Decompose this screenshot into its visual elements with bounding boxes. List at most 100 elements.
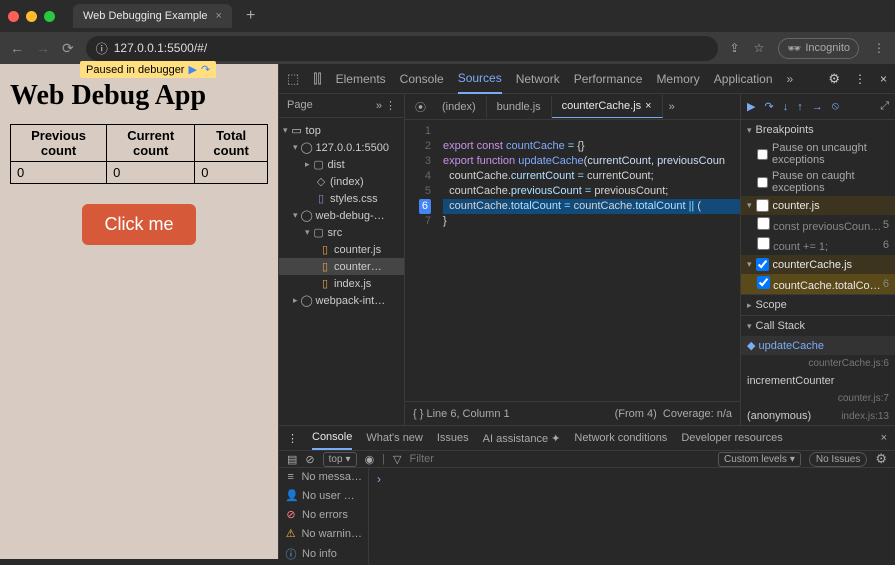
console-filter-input[interactable] [410,453,711,465]
context-selector[interactable]: top ▾ [323,452,357,467]
file-tab-bundle[interactable]: bundle.js [487,96,552,118]
tree-indexjs[interactable]: ▯index.js [279,275,404,292]
maximize-window[interactable] [44,11,55,22]
tree-webpack[interactable]: ▸◯webpack-int… [279,292,404,309]
drawer-menu-icon[interactable]: ⋮ [287,432,298,445]
callstack-section[interactable]: ▾Call Stack [741,316,895,336]
sidebar-messages[interactable]: ≡No messa… [279,468,368,486]
reload-button[interactable]: ⟳ [62,40,74,57]
close-devtools-icon[interactable]: × [880,72,887,86]
menu-icon[interactable]: ⋮ [873,41,885,55]
cursor-pos: Line 6, Column 1 [426,408,509,420]
clear-console-icon[interactable]: ⊘ [305,453,314,466]
console-input-area[interactable]: › [369,468,895,565]
console-drawer: ⋮ Console What's new Issues AI assistanc… [279,425,895,559]
nav-tab-page[interactable]: Page [287,99,313,112]
tree-dist[interactable]: ▸▢dist [279,156,404,173]
breakpoint-marker[interactable]: 6 [419,199,431,214]
step-over-button[interactable]: ↷ [764,100,773,113]
code-area[interactable]: 1 2 3 4 5 6 7 export const countCache = … [405,120,740,401]
tree-styles[interactable]: ▯styles.css [279,190,404,207]
sidebar-info[interactable]: ⓘNo info [279,543,368,565]
drawer-tab-ai[interactable]: AI assistance ✦ [483,427,561,450]
deactivate-bp-button[interactable]: ⦸ [832,100,839,113]
drawer-close-icon[interactable]: × [881,432,887,444]
inspect-icon[interactable]: ⬚ [287,71,299,87]
file-tab-countercache[interactable]: counterCache.js× [552,95,663,118]
step-into-button[interactable]: ↓ [783,101,789,113]
tree-webdebug[interactable]: ▾◯web-debug-… [279,207,404,224]
sidebar-user[interactable]: 👤No user … [279,486,368,505]
paused-overlay[interactable]: Paused in debugger ▶ ↷ [80,61,216,78]
drawer-tab-whatsnew[interactable]: What's new [366,427,423,449]
callstack-frame[interactable]: ◆ updateCache [741,336,895,355]
console-settings-icon[interactable]: ⚙ [875,451,887,467]
drawer-tab-console[interactable]: Console [312,426,352,450]
drawer-tab-network[interactable]: Network conditions [574,427,667,449]
log-levels-selector[interactable]: Custom levels ▾ [718,452,801,467]
bp-item[interactable]: const previousCoun…5 [741,215,895,235]
nav-overflow-icon[interactable]: » ⋮ [376,99,396,112]
forward-button[interactable]: → [36,40,50,56]
callstack-frame[interactable]: incrementCounter [741,372,895,390]
tree-countercache[interactable]: ▯counter… [279,258,404,275]
url-input[interactable]: ⓘ 127.0.0.1:5500/#/ [86,36,718,61]
tab-performance[interactable]: Performance [574,65,643,93]
tabs-overflow-icon[interactable]: » [787,65,794,93]
site-info-icon[interactable]: ⓘ [96,40,108,57]
issues-badge[interactable]: No Issues [809,452,867,467]
tree-counter[interactable]: ▯counter.js [279,241,404,258]
click-me-button[interactable]: Click me [82,204,195,245]
back-button[interactable]: ← [10,40,24,56]
tree-src[interactable]: ▾▢src [279,224,404,241]
new-tab-button[interactable]: + [246,7,255,25]
share-icon[interactable]: ⇪ [730,41,740,55]
close-window[interactable] [8,11,19,22]
tree-host[interactable]: ▾◯127.0.0.1:5500 [279,139,404,156]
bookmark-icon[interactable]: ☆ [754,41,765,55]
more-icon[interactable]: ⋮ [854,72,866,86]
tab-console[interactable]: Console [400,65,444,93]
settings-icon[interactable]: ⚙ [828,71,840,87]
editor-footer: { } Line 6, Column 1 (From 4) Coverage: … [405,401,740,425]
bp-item[interactable]: count += 1;6 [741,235,895,255]
console-sidebar-toggle[interactable]: ▤ [287,453,297,466]
collapse-icon[interactable]: ⤢ [880,100,889,113]
step-icon[interactable]: ↷ [201,63,210,76]
minimize-window[interactable] [26,11,37,22]
bp-file-countercache[interactable]: ▾counterCache.js [741,255,895,274]
line-gutter[interactable]: 1 2 3 4 5 6 7 [405,120,437,401]
bp-file-counter[interactable]: ▾counter.js [741,196,895,215]
pause-caught-checkbox[interactable]: Pause on caught exceptions [741,168,895,196]
pause-uncaught-checkbox[interactable]: Pause on uncaught exceptions [741,140,895,168]
tab-sources[interactable]: Sources [458,64,502,94]
bp-item[interactable]: countCache.totalCo…6 [741,274,895,294]
breakpoints-section[interactable]: ▾Breakpoints [741,120,895,140]
live-expression-icon[interactable]: ◉ [365,453,375,466]
device-icon[interactable]: ⫿⫿ [313,71,321,87]
tree-top[interactable]: ▾▭top [279,122,404,139]
file-tabs-nav-icon[interactable]: ⦿ [409,99,432,115]
close-file-icon[interactable]: × [645,100,651,112]
resume-icon[interactable]: ▶ [188,63,196,76]
file-tab-index[interactable]: (index) [432,96,487,118]
sidebar-warnings[interactable]: ⚠No warnin… [279,524,368,543]
tree-index-html[interactable]: ◇(index) [279,173,404,190]
scope-section[interactable]: ▸Scope [741,295,895,315]
callstack-frame[interactable]: (anonymous)index.js:13 [741,407,895,425]
close-tab-icon[interactable]: × [216,10,222,22]
incognito-badge[interactable]: 🕶 Incognito [778,38,859,59]
tab-network[interactable]: Network [516,65,560,93]
sidebar-errors[interactable]: ⊘No errors [279,505,368,524]
code-text[interactable]: export const countCache = {}export funct… [437,120,740,401]
drawer-tab-devres[interactable]: Developer resources [681,427,783,449]
browser-tab[interactable]: Web Debugging Example × [73,4,232,28]
drawer-tab-issues[interactable]: Issues [437,427,469,449]
tab-application[interactable]: Application [714,65,773,93]
step-out-button[interactable]: ↑ [797,101,803,113]
tab-elements[interactable]: Elements [336,65,386,93]
file-tabs-overflow-icon[interactable]: » [663,101,681,113]
resume-button[interactable]: ▶ [747,100,755,113]
tab-memory[interactable]: Memory [656,65,699,93]
step-button[interactable]: → [812,101,823,113]
